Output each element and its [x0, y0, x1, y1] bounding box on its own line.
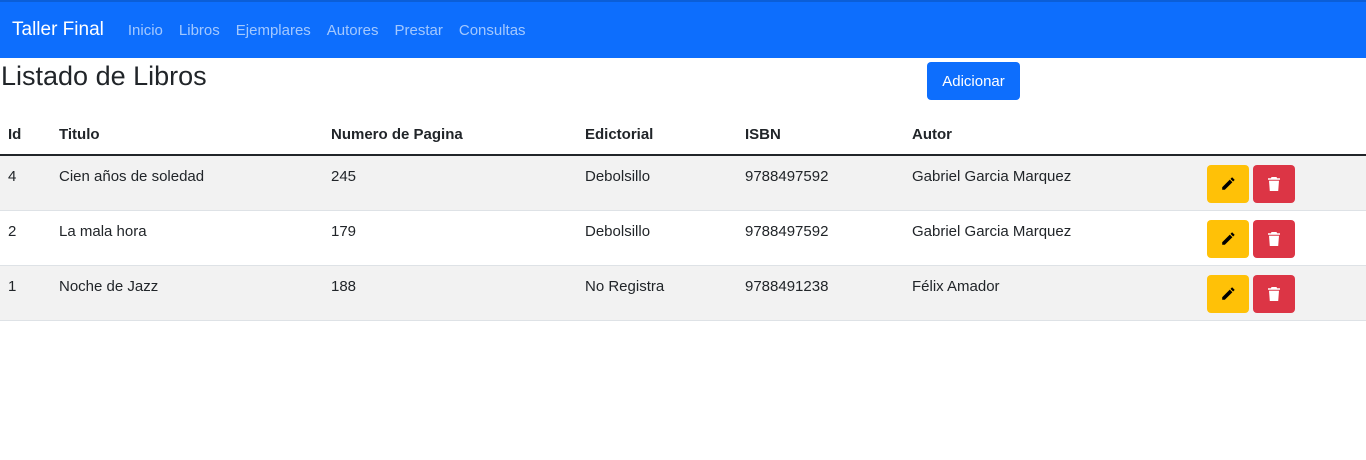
- add-book-button[interactable]: Adicionar: [927, 62, 1020, 100]
- table-row: 4 Cien años de soledad 245 Debolsillo 97…: [0, 155, 1366, 211]
- trash-icon: [1268, 286, 1280, 301]
- table-header-row: Id Titulo Numero de Pagina Edictorial IS…: [0, 114, 1366, 156]
- delete-button[interactable]: [1253, 219, 1295, 258]
- pencil-icon: [1222, 177, 1235, 190]
- delete-button[interactable]: [1253, 274, 1295, 313]
- table-body: 4 Cien años de soledad 245 Debolsillo 97…: [0, 155, 1366, 321]
- nav-link-libros[interactable]: Libros: [179, 22, 220, 39]
- cell-titulo: Noche de Jazz: [51, 265, 323, 321]
- cell-paginas: 245: [323, 155, 577, 211]
- edit-button[interactable]: [1207, 274, 1249, 313]
- cell-paginas: 179: [323, 210, 577, 266]
- cell-isbn: 9788491238: [737, 265, 904, 321]
- edit-button[interactable]: [1207, 165, 1249, 203]
- cell-editorial: Debolsillo: [577, 155, 737, 211]
- cell-autor: Gabriel Garcia Marquez: [904, 155, 1199, 211]
- cell-id: 1: [0, 265, 51, 321]
- table-row: 2 La mala hora 179 Debolsillo 9788497592…: [0, 210, 1366, 266]
- pencil-icon: [1222, 286, 1235, 300]
- trash-icon: [1268, 231, 1280, 246]
- nav-link-ejemplares[interactable]: Ejemplares: [236, 22, 311, 39]
- nav-link-autores[interactable]: Autores: [327, 22, 379, 39]
- table-header: Id Titulo Numero de Pagina Edictorial IS…: [0, 114, 1366, 156]
- cell-id: 2: [0, 210, 51, 266]
- cell-autor: Gabriel Garcia Marquez: [904, 210, 1199, 266]
- cell-titulo: Cien años de soledad: [51, 155, 323, 211]
- pencil-icon: [1222, 231, 1235, 245]
- cell-autor: Félix Amador: [904, 265, 1199, 321]
- page-title: Listado de Libros: [1, 61, 207, 91]
- header-id: Id: [0, 114, 51, 156]
- navbar-brand[interactable]: Taller Final: [12, 19, 104, 41]
- edit-button[interactable]: [1207, 219, 1249, 258]
- nav-link-inicio[interactable]: Inicio: [128, 22, 163, 39]
- nav-link-prestar[interactable]: Prestar: [395, 22, 443, 39]
- delete-button[interactable]: [1253, 165, 1295, 203]
- header-editorial: Edictorial: [577, 114, 737, 156]
- top-navbar: Taller Final Inicio Libros Ejemplares Au…: [0, 0, 1366, 58]
- cell-actions: [1199, 155, 1366, 211]
- header-titulo: Titulo: [51, 114, 323, 156]
- header-actions: [1199, 114, 1366, 156]
- cell-actions: [1199, 210, 1366, 266]
- cell-isbn: 9788497592: [737, 210, 904, 266]
- books-table: Id Titulo Numero de Pagina Edictorial IS…: [0, 114, 1366, 321]
- nav-link-consultas[interactable]: Consultas: [459, 22, 526, 39]
- cell-paginas: 188: [323, 265, 577, 321]
- table-row: 1 Noche de Jazz 188 No Registra 97884912…: [0, 265, 1366, 321]
- trash-icon: [1268, 177, 1280, 191]
- header-autor: Autor: [904, 114, 1199, 156]
- header-isbn: ISBN: [737, 114, 904, 156]
- cell-editorial: Debolsillo: [577, 210, 737, 266]
- cell-titulo: La mala hora: [51, 210, 323, 266]
- header-numero-pagina: Numero de Pagina: [323, 114, 577, 156]
- cell-actions: [1199, 265, 1366, 321]
- cell-id: 4: [0, 155, 51, 211]
- cell-editorial: No Registra: [577, 265, 737, 321]
- cell-isbn: 9788497592: [737, 155, 904, 211]
